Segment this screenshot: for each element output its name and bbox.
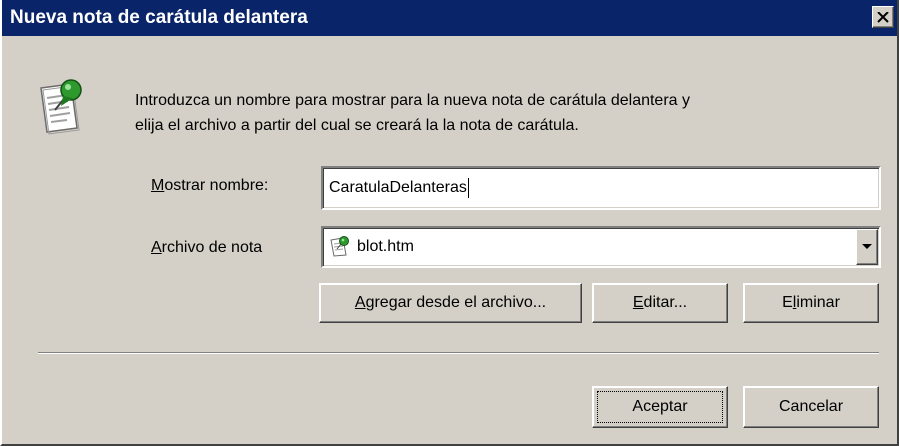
add-button-label: gregar desde el archivo... — [365, 294, 547, 311]
note-file-small-icon — [330, 236, 349, 257]
close-icon — [877, 11, 889, 23]
add-button-accel: A — [354, 294, 366, 311]
add-from-file-button[interactable]: Agregar desde el archivo... — [319, 283, 582, 323]
delete-button-pre: E — [782, 294, 793, 311]
display-name-value: CaratulaDelanteras — [329, 179, 467, 196]
title-bar[interactable]: Nueva nota de carátula delantera — [2, 0, 897, 36]
dropdown-arrow-icon — [862, 244, 872, 249]
note-file-selected: blot.htm — [357, 238, 414, 255]
display-name-label-rest: ostrar nombre: — [164, 177, 269, 194]
edit-button-accel: E — [632, 294, 644, 311]
focus-rect — [597, 391, 723, 423]
dialog-window: Nueva nota de carátula delantera Introdu… — [0, 0, 899, 446]
delete-button[interactable]: El iminar — [743, 283, 879, 323]
ok-button[interactable]: Aceptar — [592, 386, 728, 428]
note-file-combobox[interactable]: blot.htm — [321, 226, 881, 268]
dropdown-button[interactable] — [856, 229, 878, 265]
display-name-label: Mostrar nombre: — [151, 177, 268, 195]
close-button[interactable] — [872, 6, 894, 28]
note-document-icon — [40, 79, 82, 135]
note-file-label-rest: rchivo de nota — [161, 239, 263, 256]
delete-button-label: iminar — [796, 294, 840, 311]
text-caret — [467, 178, 469, 198]
note-file-label-accel: A — [151, 239, 162, 256]
note-file-label: Archivo de nota — [151, 239, 262, 257]
display-name-label-accel: M — [151, 177, 165, 194]
display-name-input[interactable]: CaratulaDelanteras — [321, 166, 881, 210]
intro-line-1: Introduzca un nombre para mostrar para l… — [135, 92, 690, 109]
dialog-title: Nueva nota de carátula delantera — [10, 7, 308, 28]
separator — [38, 352, 879, 354]
edit-button-label: ditar... — [643, 294, 688, 311]
cancel-button[interactable]: Cancelar — [743, 386, 879, 428]
intro-text: Introduzca un nombre para mostrar para l… — [135, 88, 880, 138]
cancel-button-label: Cancelar — [778, 398, 844, 415]
edit-button[interactable]: Editar... — [592, 283, 728, 323]
intro-line-2: elija el archivo a partir del cual se cr… — [135, 117, 579, 134]
